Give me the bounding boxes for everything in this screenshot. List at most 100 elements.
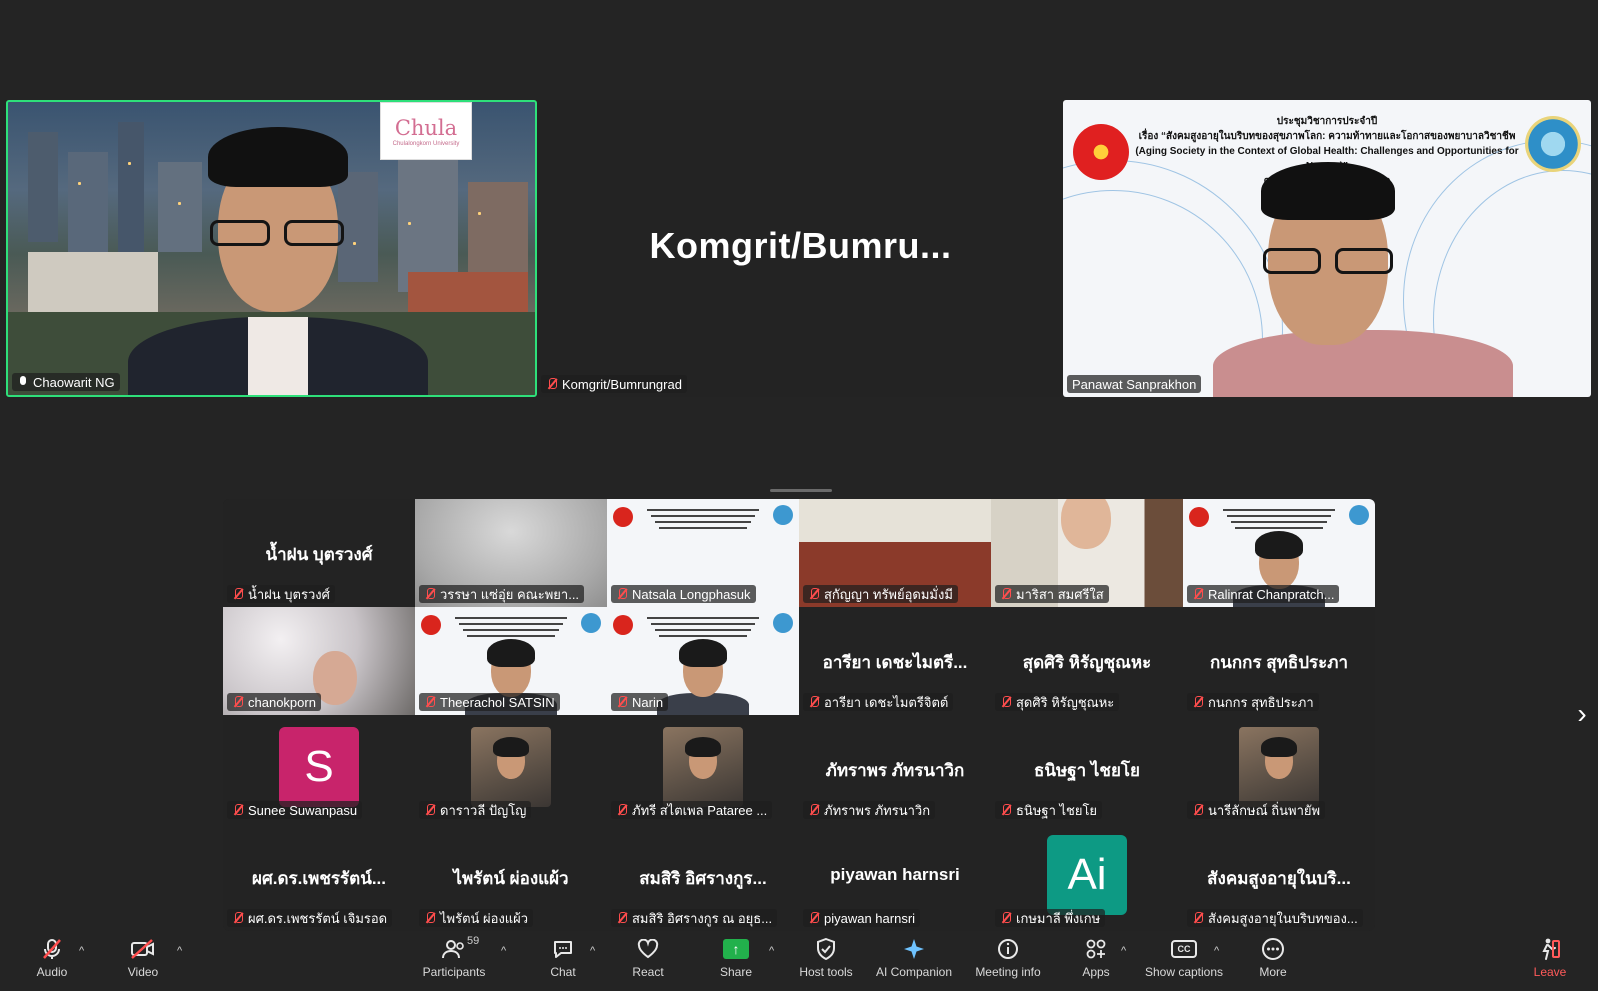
react-label: React <box>632 965 664 979</box>
shirt <box>1213 330 1513 397</box>
profile-photo <box>663 727 743 807</box>
captions-options-caret-icon[interactable]: ^ <box>1214 945 1219 957</box>
participant-tile[interactable]: Ralinrat Chanpratch... <box>1183 499 1375 607</box>
slide-text-line <box>1231 521 1327 523</box>
participant-tile[interactable]: สังคมสูงอายุในบริ... สังคมสูงอายุในบริบทข… <box>1183 823 1375 931</box>
university-seal-icon <box>1189 507 1209 527</box>
participant-tile[interactable]: นารีลักษณ์ ถิ่นพายัพ <box>1183 715 1375 823</box>
participant-name-tag: ดาราวลี ปัญโญ <box>419 801 532 819</box>
participant-name: Narin <box>632 694 664 710</box>
participant-name-tag: สังคมสูงอายุในบริบทของ... <box>1187 909 1363 927</box>
host-tools-button[interactable]: Host tools <box>790 937 862 989</box>
video-tile-active-speaker[interactable]: Chula Chulalongkorn University Chaowarit… <box>6 100 537 397</box>
participant-tile[interactable]: ดาราวลี ปัญโญ <box>415 715 607 823</box>
chat-options-caret-icon[interactable]: ^ <box>590 945 595 957</box>
hair <box>493 737 529 757</box>
slide-text-line <box>455 617 567 619</box>
participant-tile[interactable]: ไพรัตน์ ผ่องแผ้ว ไพรัตน์ ผ่องแผ้ว <box>415 823 607 931</box>
mic-muted-icon <box>808 588 820 600</box>
mic-muted-icon <box>1192 912 1204 924</box>
audio-options-caret-icon[interactable]: ^ <box>79 945 84 957</box>
hair <box>679 639 727 667</box>
mic-muted-icon <box>232 804 244 816</box>
participant-name-tag: มาริสา สมศรีใส <box>995 585 1109 603</box>
hair <box>1261 162 1395 220</box>
video-tile-no-video[interactable]: Komgrit/Bumru... Komgrit/Bumrungrad <box>537 100 1064 397</box>
participant-name-tag: เกษมาลี พึ่งเกษ <box>995 909 1106 927</box>
share-button[interactable]: ↑ Share <box>700 937 772 989</box>
participant-display-name: ภัทราพร ภัทรนาวิก <box>825 761 965 780</box>
mic-muted-icon <box>1000 696 1012 708</box>
share-screen-icon: ↑ <box>723 937 749 961</box>
strip-resize-handle[interactable] <box>770 489 832 492</box>
participant-name: วรรษา แซ่อุ่ย คณะพยา... <box>440 586 580 602</box>
participant-display-name: น้ำฝน บุตรวงศ์ <box>265 545 373 564</box>
share-options-caret-icon[interactable]: ^ <box>769 945 774 957</box>
participant-tile[interactable]: สมสิริ อิศรางกูร... สมสิริ อิศรางกูร ณ อย… <box>607 823 799 931</box>
participant-tile[interactable]: Natsala Longphasuk <box>607 499 799 607</box>
participant-tile[interactable]: Ai เกษมาลี พึ่งเกษ <box>991 823 1183 931</box>
participants-options-caret-icon[interactable]: ^ <box>501 945 506 957</box>
ai-companion-label: AI Companion <box>875 965 953 979</box>
audio-button[interactable]: Audio <box>16 937 88 989</box>
participant-name: Sunee Suwanpasu <box>248 802 358 818</box>
chat-button[interactable]: Chat <box>527 937 599 989</box>
gallery-view: น้ำฝน บุตรวงศ์ น้ำฝน บุตรวงศ์วรรษา แซ่อุ่… <box>223 499 1375 931</box>
participant-tile[interactable]: สุดศิริ หิรัญชุณหะ สุดศิริ หิรัญชุณหะ <box>991 607 1183 715</box>
participant-display-name: ไพรัตน์ ผ่องแผ้ว <box>453 869 569 888</box>
mic-muted-icon <box>1000 588 1012 600</box>
mic-muted-icon <box>546 378 558 390</box>
participant-display-name: piyawan harnsri <box>830 865 960 884</box>
hair <box>487 639 535 667</box>
participant-name-tag: Panawat Sanprakhon <box>1067 375 1202 393</box>
more-button[interactable]: More <box>1237 937 1309 989</box>
participant-display-name: Komgrit/Bumru... <box>649 225 952 266</box>
speaker-video <box>1063 100 1591 397</box>
participant-tile[interactable]: ภัทรี สไตเพล Pataree ... <box>607 715 799 823</box>
participant-tile[interactable]: วรรษา แซ่อุ่ย คณะพยา... <box>415 499 607 607</box>
host-tools-label: Host tools <box>799 965 853 979</box>
participant-tile[interactable]: S Sunee Suwanpasu <box>223 715 415 823</box>
participants-button[interactable]: 59 Participants <box>418 935 490 989</box>
video-options-caret-icon[interactable]: ^ <box>177 945 182 957</box>
video-tile-speaker-slide[interactable]: ประชุมวิชาการประจำปี เรื่อง “สังคมสูงอาย… <box>1063 100 1591 397</box>
leave-button[interactable]: Leave <box>1516 937 1584 989</box>
glasses <box>210 220 270 246</box>
participant-display-name: ธนิษฐา ไชยโย <box>1034 761 1140 780</box>
participant-tile[interactable]: Theerachol SATSIN <box>415 607 607 715</box>
participant-tile[interactable]: มาริสา สมศรีใส <box>991 499 1183 607</box>
participant-tile[interactable]: กนกกร สุทธิประภา กนกกร สุทธิประภา <box>1183 607 1375 715</box>
apps-options-caret-icon[interactable]: ^ <box>1121 945 1126 957</box>
mic-muted-icon <box>232 912 244 924</box>
participant-tile[interactable]: Narin <box>607 607 799 715</box>
mic-muted-icon <box>616 912 628 924</box>
chat-icon <box>550 937 576 961</box>
participant-display-name: ผศ.ดร.เพชรรัตน์... <box>251 869 387 888</box>
participant-name: chanokporn <box>248 694 316 710</box>
next-page-chevron-icon[interactable]: › <box>1573 698 1591 729</box>
participant-name-tag: chanokporn <box>227 693 321 711</box>
participant-tile[interactable]: ผศ.ดร.เพชรรัตน์... ผศ.ดร.เพชรรัตน์ เจิมรอ… <box>223 823 415 931</box>
slide-text-line <box>651 515 755 517</box>
participant-name: ภัทรี สไตเพล Pataree ... <box>632 802 768 818</box>
participant-tile[interactable]: ธนิษฐา ไชยโย ธนิษฐา ไชยโย <box>991 715 1183 823</box>
participant-name-tag: Ralinrat Chanpratch... <box>1187 585 1340 603</box>
share-label: Share <box>719 965 753 979</box>
mic-muted-icon <box>39 937 65 961</box>
participant-tile[interactable]: สุกัญญา ทรัพย์อุดมมั่งมี <box>799 499 991 607</box>
participant-tile[interactable]: chanokporn <box>223 607 415 715</box>
participant-tile[interactable]: ภัทราพร ภัทรนาวิก ภัทราพร ภัทรนาวิก <box>799 715 991 823</box>
video-button[interactable]: Video <box>107 937 179 989</box>
leave-icon <box>1537 937 1563 961</box>
glasses <box>1335 248 1393 274</box>
react-button[interactable]: React <box>612 937 684 989</box>
ai-companion-button[interactable]: AI Companion <box>875 937 953 989</box>
participant-tile[interactable]: อารียา เดชะไมตรี... อารียา เดชะไมตรีจิตต์ <box>799 607 991 715</box>
participant-tile[interactable]: piyawan harnsri piyawan harnsri <box>799 823 991 931</box>
chat-label: Chat <box>550 965 576 979</box>
participant-name: ผศ.ดร.เพชรรัตน์ เจิมรอด <box>248 910 388 926</box>
participant-tile[interactable]: น้ำฝน บุตรวงศ์ น้ำฝน บุตรวงศ์ <box>223 499 415 607</box>
participant-name: สมสิริ อิศรางกูร ณ อยุธ... <box>632 910 773 926</box>
meeting-info-button[interactable]: Meeting info <box>970 937 1046 989</box>
participant-name-tag: Chaowarit NG <box>12 373 120 391</box>
